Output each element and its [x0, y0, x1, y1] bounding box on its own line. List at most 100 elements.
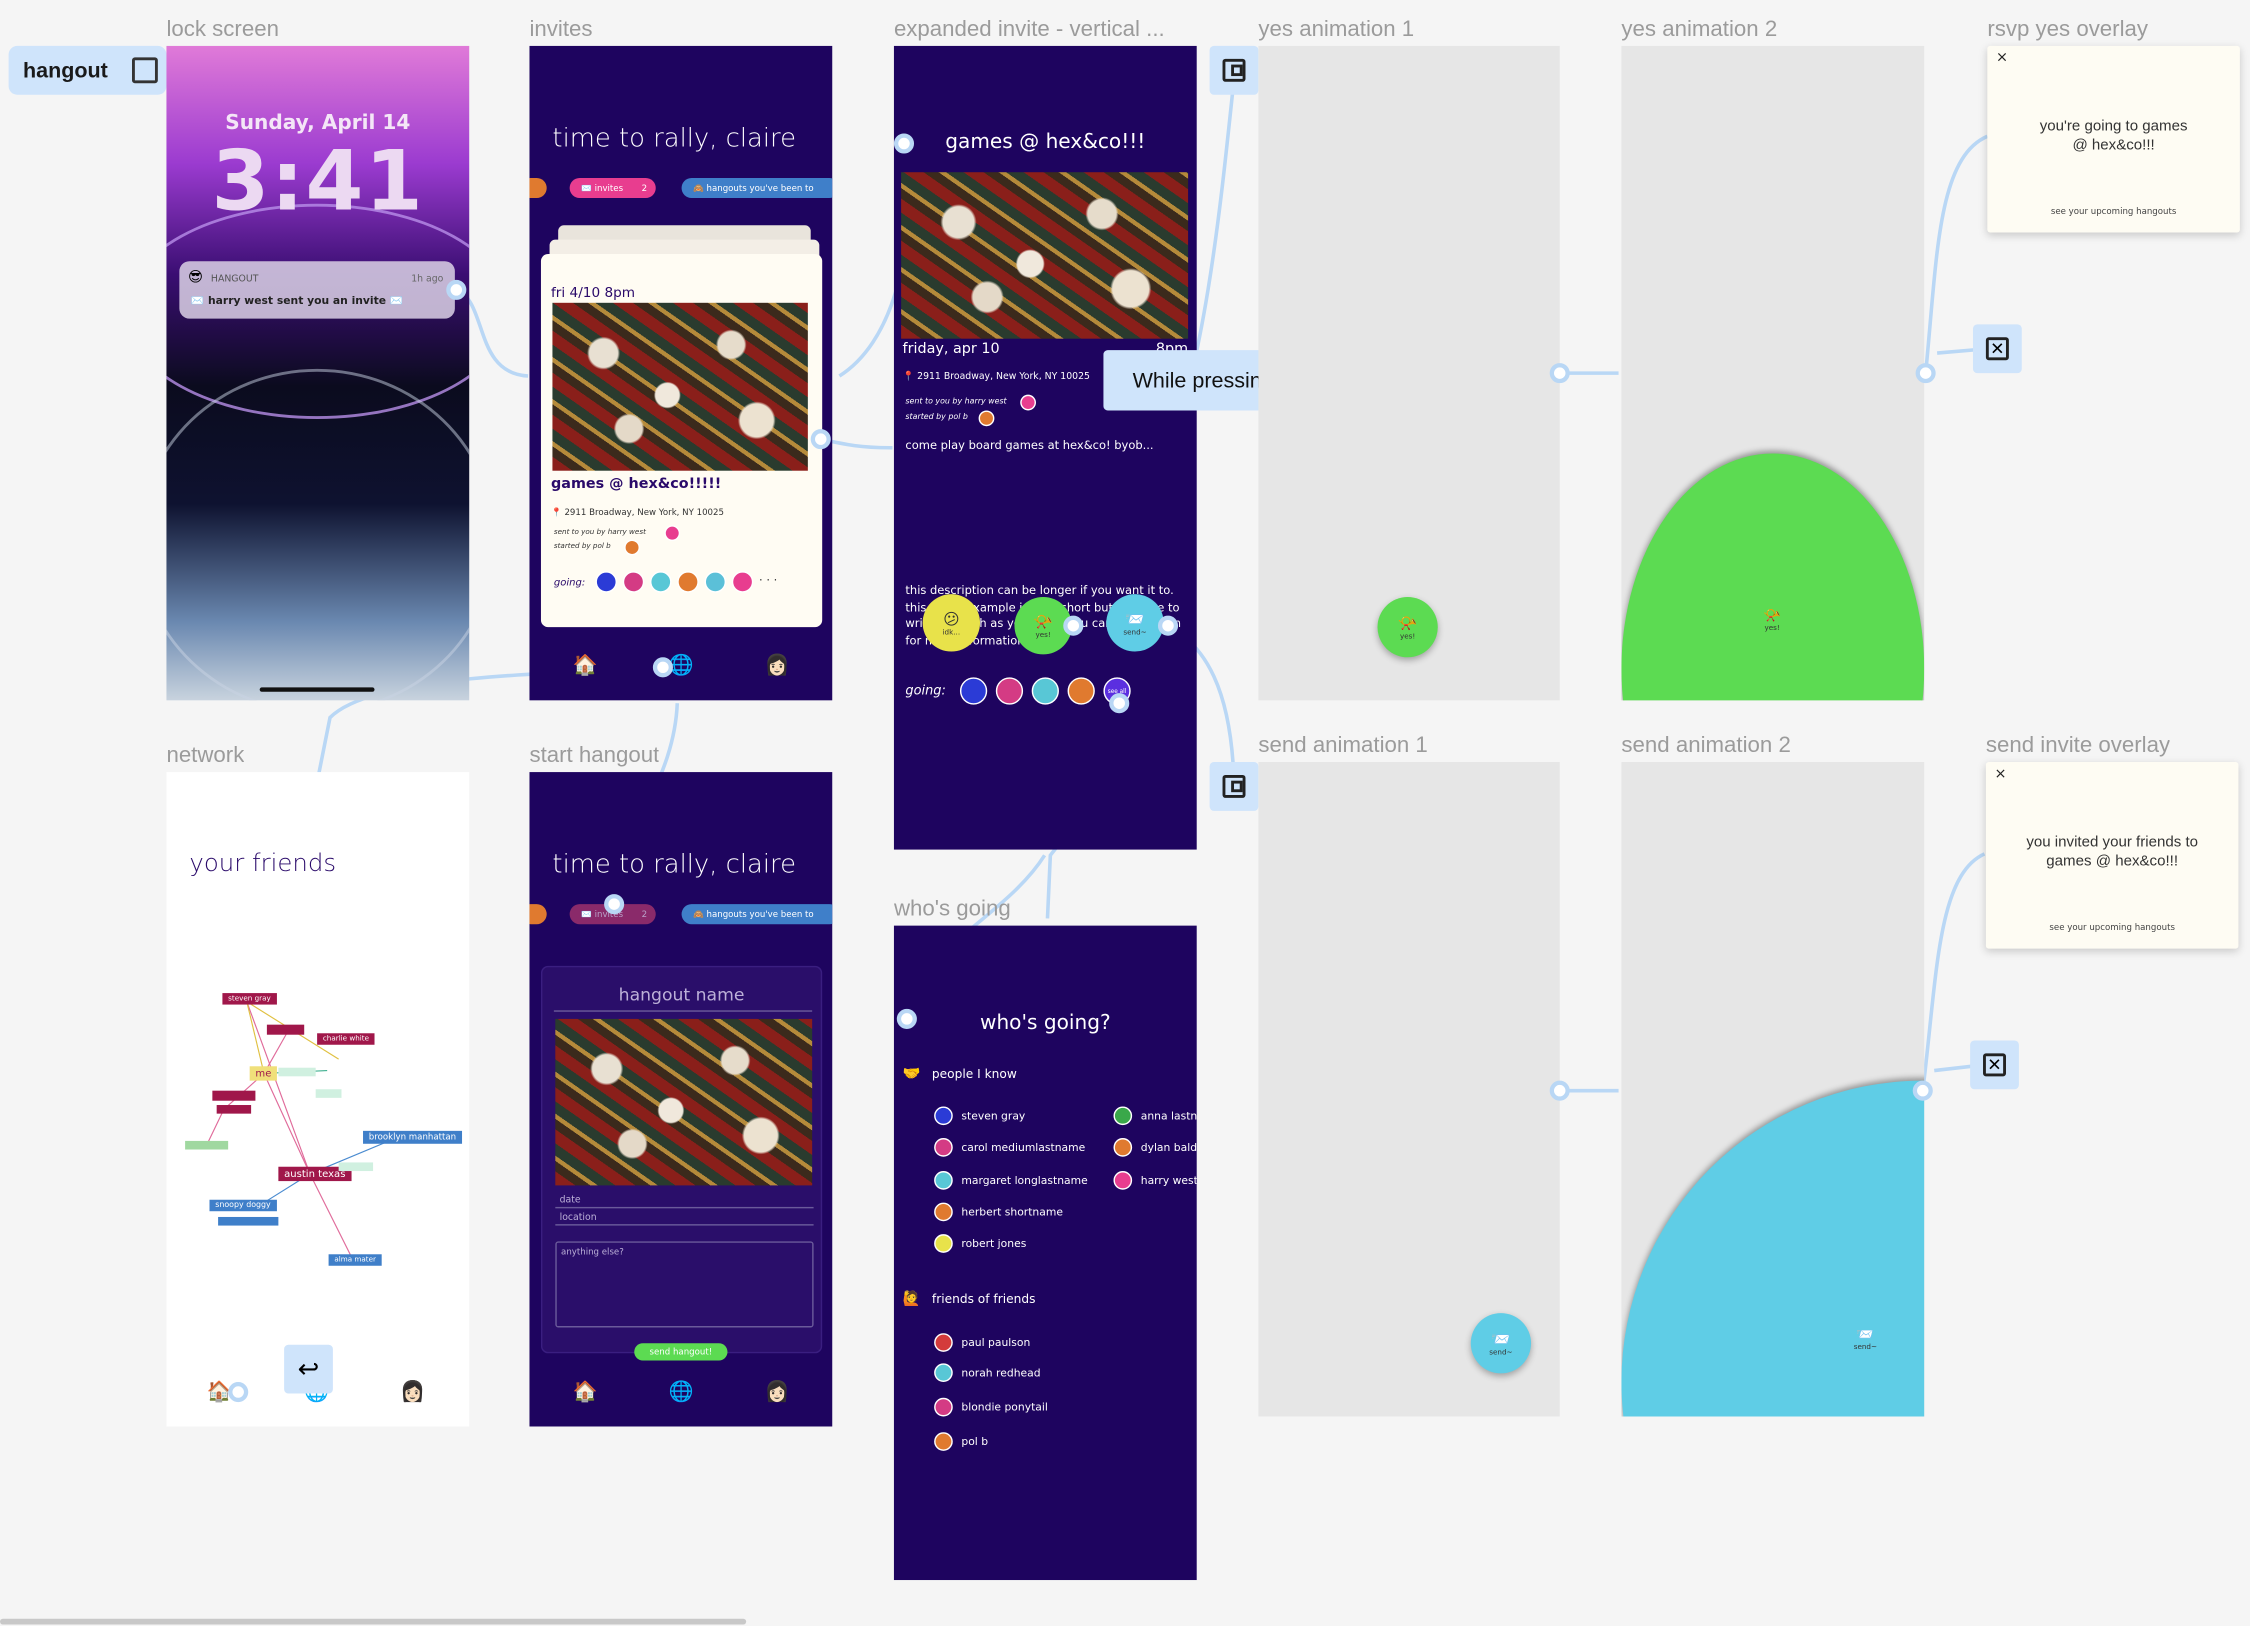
event-image[interactable] — [555, 1018, 813, 1186]
list-item[interactable]: carol mediumlastname — [934, 1138, 1085, 1157]
connector-node[interactable] — [896, 1008, 917, 1029]
avatar — [934, 1432, 953, 1451]
connector-node[interactable] — [1109, 693, 1130, 714]
expanding-yes-circle — [1621, 453, 1925, 701]
invite-card[interactable]: fri 4/10 8pm games @ hex&co!!!!! 📍 2911 … — [540, 254, 823, 628]
send-button[interactable]: 📨 send~ — [1470, 1313, 1532, 1374]
yes-button[interactable]: 📯 yes! — [1377, 597, 1438, 658]
list-item[interactable]: dylan baldy — [1113, 1138, 1197, 1157]
close-icon[interactable]: × — [1995, 766, 2007, 782]
list-item[interactable]: blondie ponytail — [934, 1397, 1048, 1417]
idk-button[interactable]: 😕 idk... — [922, 594, 981, 652]
friend-node[interactable]: snoopy doggy — [209, 1199, 277, 1212]
connector-node[interactable] — [893, 133, 915, 154]
profile-icon[interactable]: 👩🏻 — [765, 1381, 790, 1404]
upcoming-hangouts-link[interactable]: see your upcoming hangouts — [1987, 207, 2240, 217]
list-item[interactable]: norah redhead — [934, 1363, 1041, 1383]
connector-node[interactable] — [1915, 363, 1936, 384]
back-action[interactable]: ↩ — [284, 1344, 333, 1394]
expanded-invite-frame: games @ hex&co!!! friday, apr 10 8pm 📍 2… — [893, 45, 1197, 850]
friend-node[interactable]: alma mater — [328, 1254, 382, 1266]
flow-overlay-button[interactable] — [1209, 45, 1259, 95]
friend-node[interactable] — [216, 1105, 252, 1114]
connector-node[interactable] — [1157, 615, 1179, 636]
list-item[interactable]: steven gray — [934, 1106, 1025, 1126]
connector-node[interactable] — [1912, 1080, 1933, 1101]
friend-node-me[interactable]: me — [249, 1066, 278, 1081]
expanding-send-circle — [1621, 1080, 1925, 1417]
connector-node[interactable] — [228, 1382, 249, 1403]
tab-invites-label: ✉️ invites — [581, 182, 624, 194]
tab-scroll-left[interactable] — [529, 904, 547, 925]
notification-card[interactable]: 😎 HANGOUT 1h ago ✉️ harry west sent you … — [179, 261, 455, 319]
frame-label-yes1: yes animation 1 — [1258, 17, 1415, 42]
play-flow-icon[interactable] — [132, 57, 158, 84]
send-label: send~ — [1489, 1348, 1513, 1357]
friend-node[interactable] — [278, 1067, 316, 1077]
close-overlay-action[interactable]: ✕ — [1970, 1040, 2019, 1090]
send-hangout-button[interactable]: send hangout! — [634, 1343, 728, 1361]
overlay-icon — [1231, 780, 1243, 793]
list-item[interactable]: margaret longlastname — [934, 1171, 1088, 1190]
person-name: margaret longlastname — [961, 1173, 1088, 1187]
close-icon[interactable]: × — [1996, 50, 2008, 66]
avatar — [1113, 1171, 1133, 1190]
connector-node[interactable] — [446, 279, 467, 300]
list-item[interactable]: herbert shortname — [934, 1202, 1063, 1222]
tab-hangouts-been[interactable]: 🙈 hangouts you've been to — [681, 177, 833, 199]
friend-node[interactable]: charlie white — [317, 1033, 375, 1045]
profile-icon[interactable]: 👩🏻 — [765, 654, 790, 677]
going-avatar — [704, 571, 727, 593]
home-icon[interactable]: 🏠 — [573, 1381, 598, 1404]
list-item[interactable]: paul paulson — [934, 1333, 1030, 1352]
going-avatar — [1031, 677, 1059, 705]
home-indicator[interactable] — [259, 687, 375, 692]
going-avatar — [1067, 677, 1095, 705]
friend-node[interactable] — [212, 1090, 256, 1101]
field-underline — [555, 1206, 814, 1209]
notification-time: 1h ago — [411, 272, 444, 285]
connector-node[interactable] — [604, 894, 625, 915]
friend-node[interactable] — [315, 1089, 342, 1098]
friend-node[interactable]: brooklyn manhattan — [363, 1130, 462, 1144]
list-item[interactable]: harry west — [1113, 1171, 1197, 1190]
friend-node[interactable] — [218, 1216, 279, 1226]
tab-hangouts-been[interactable]: 🙈 hangouts you've been to — [681, 904, 833, 925]
started-by: started by pol b — [905, 413, 968, 422]
whos-going-frame: who's going? 🤝 people I know steven gray … — [893, 925, 1197, 1581]
tab-invites[interactable]: ✉️ invites 2 — [569, 177, 656, 199]
idk-label: idk... — [942, 627, 961, 637]
date-field[interactable]: date — [560, 1194, 581, 1205]
friend-node[interactable] — [338, 1162, 374, 1172]
connector-node[interactable] — [1549, 363, 1570, 384]
horizontal-scrollbar[interactable] — [0, 1618, 747, 1625]
going-label: going: — [553, 576, 586, 589]
connector-node[interactable] — [810, 429, 831, 450]
connector-node[interactable] — [1063, 615, 1084, 636]
send-button[interactable]: 📨 send~ — [1106, 594, 1164, 652]
friend-node[interactable]: steven gray — [222, 993, 277, 1005]
globe-icon[interactable]: 🌐 — [669, 1381, 694, 1404]
connector-node[interactable] — [652, 657, 673, 678]
notes-placeholder: anything else? — [561, 1247, 624, 1258]
close-overlay-action[interactable]: ✕ — [1972, 324, 2022, 374]
hangout-name-field[interactable]: hangout name — [542, 984, 820, 1004]
profile-icon[interactable]: 👩🏻 — [400, 1381, 425, 1404]
tab-scroll-left[interactable] — [529, 177, 547, 199]
list-item[interactable]: pol b — [934, 1432, 988, 1451]
location-field[interactable]: location — [560, 1211, 597, 1222]
notes-field[interactable]: anything else? — [555, 1241, 814, 1328]
home-icon[interactable]: 🏠 — [573, 654, 598, 677]
upcoming-hangouts-link[interactable]: see your upcoming hangouts — [1986, 923, 2239, 933]
flow-overlay-button[interactable] — [1209, 762, 1259, 811]
frame-label-start: start hangout — [529, 743, 660, 768]
flow-start-tag[interactable]: hangout — [8, 45, 167, 95]
friend-node[interactable] — [185, 1140, 229, 1150]
event-address: 📍 2911 Broadway, New York, NY 10025 — [902, 370, 1090, 382]
list-item[interactable]: robert jones — [934, 1234, 1026, 1253]
connector-node[interactable] — [1549, 1080, 1570, 1101]
send-icon: 📨 — [1125, 609, 1145, 628]
person-name: blondie ponytail — [961, 1400, 1048, 1414]
friend-node[interactable] — [266, 1024, 305, 1035]
list-item[interactable]: anna lastname — [1113, 1106, 1197, 1126]
